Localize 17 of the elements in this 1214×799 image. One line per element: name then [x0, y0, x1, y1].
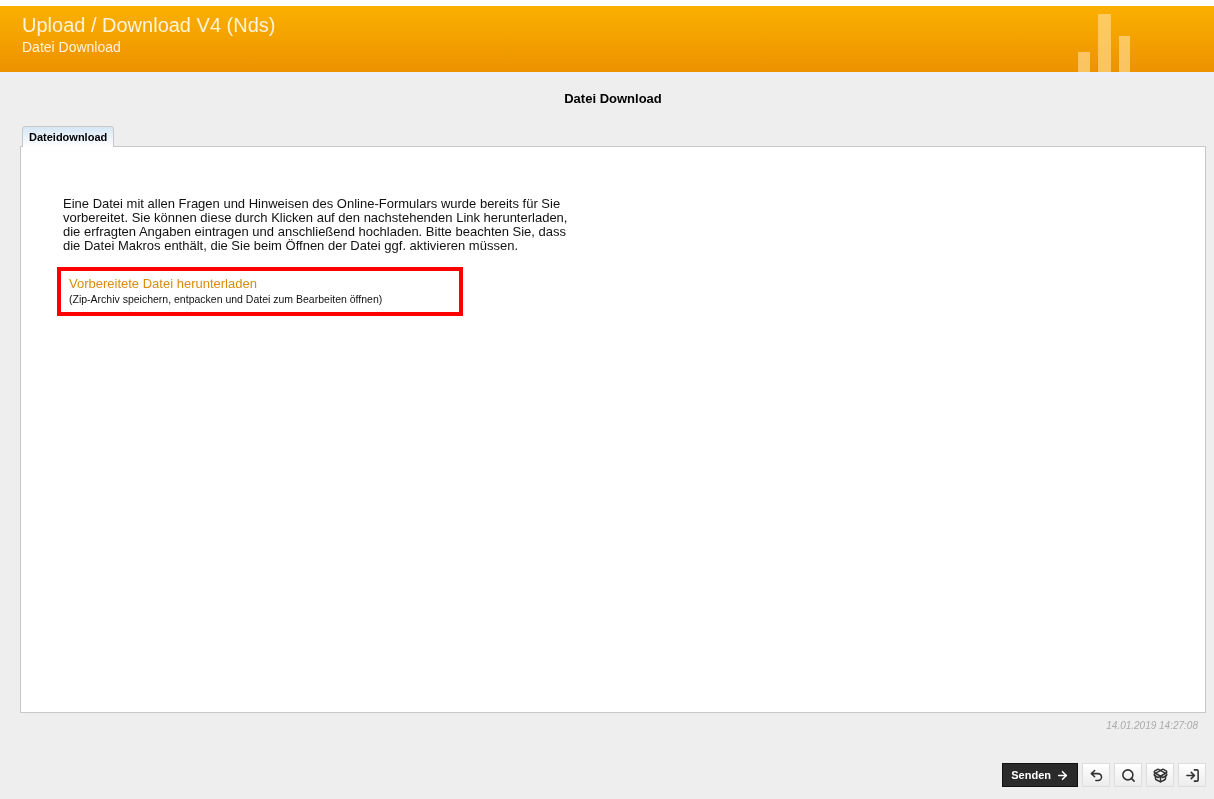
page-title: Datei Download	[563, 91, 663, 106]
send-button[interactable]: Senden	[1002, 763, 1078, 787]
timestamp: 14.01.2019 14:27:08	[1106, 720, 1198, 731]
exit-button[interactable]	[1178, 763, 1206, 787]
intro-paragraph: Eine Datei mit allen Fragen und Hinweisen des Online-Formulars wurde bereits für Sie vorbereitet. Sie können diese durch Klicken auf den nachstehenden Link herunterladen, die erfragten Angaben eintragen und anschließend hochladen. Bitte beachten Sie, dass die Datei Makros enthält, die Sie beim Öffnen der Datei ggf. aktivieren müssen.	[63, 197, 569, 253]
arrow-right-icon	[1056, 768, 1069, 782]
tab[interactable]: Dateidownload	[22, 126, 115, 147]
undo-icon	[1088, 767, 1104, 783]
search-icon	[1120, 767, 1136, 783]
app-subtitle: Datei Download	[22, 39, 122, 55]
app-title: Upload / Download V4 (Nds)	[22, 14, 276, 37]
package-button[interactable]	[1146, 763, 1174, 787]
package-icon	[1152, 767, 1168, 783]
download-hint: (Zip-Archiv speichern, entpacken und Datei zum Bearbeiten öffnen)	[69, 293, 384, 305]
exit-icon	[1184, 767, 1200, 783]
undo-button[interactable]	[1082, 763, 1110, 787]
search-button[interactable]	[1114, 763, 1142, 787]
